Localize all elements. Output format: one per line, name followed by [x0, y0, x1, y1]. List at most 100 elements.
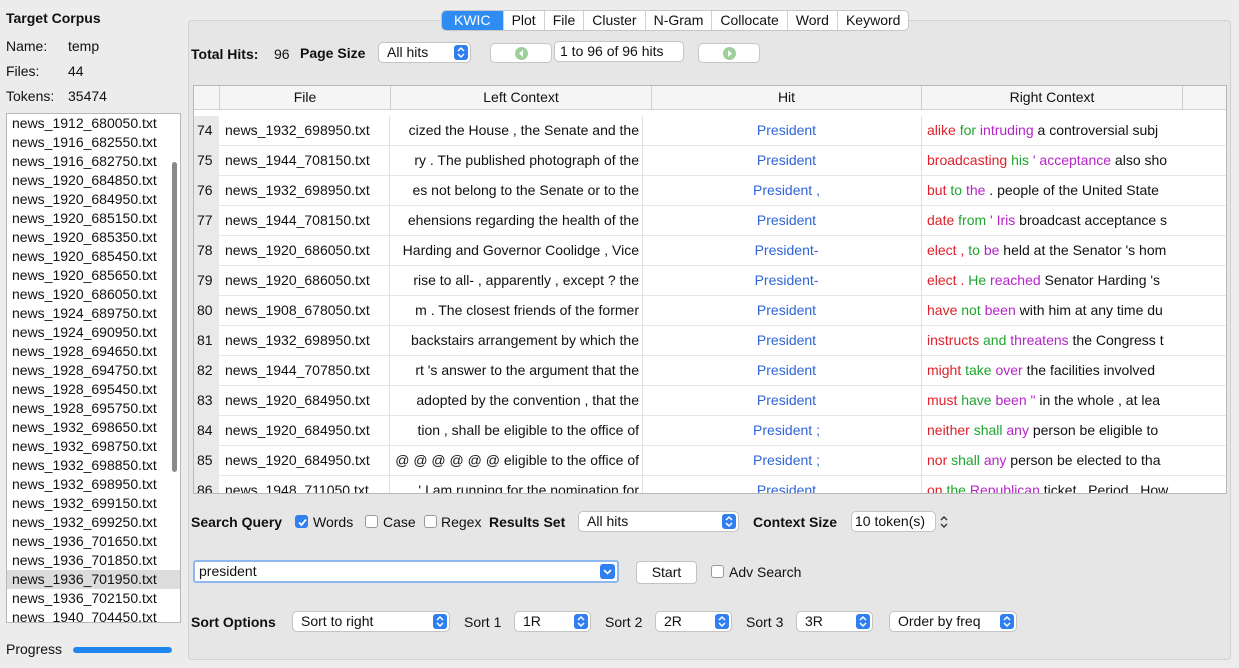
chevron-updown-icon	[722, 514, 736, 529]
next-page-button[interactable]	[698, 43, 760, 63]
file-list-item[interactable]: news_1920_684850.txt	[7, 171, 180, 190]
table-row[interactable]: 74 news_1932_698950.txt cized the House , …	[194, 116, 1226, 146]
file-list-item[interactable]: news_1936_701650.txt	[7, 532, 180, 551]
row-left-context: m . The closest friends of the former	[391, 296, 643, 326]
regex-checkbox[interactable]	[424, 515, 437, 528]
tab-keyword[interactable]: Keyword	[836, 11, 908, 30]
file-list-item[interactable]: news_1932_698650.txt	[7, 418, 180, 437]
words-label: Words	[313, 514, 354, 530]
tab-n-gram[interactable]: N-Gram	[644, 11, 712, 30]
table-row[interactable]: 76 news_1932_698950.txt es not belong to t…	[194, 176, 1226, 206]
tab-cluster[interactable]: Cluster	[583, 11, 644, 30]
results-set-select[interactable]: All hits	[578, 511, 739, 532]
tab-file[interactable]: File	[543, 11, 584, 30]
file-list-item[interactable]: news_1928_695450.txt	[7, 380, 180, 399]
table-row[interactable]: 77 news_1944_708150.txt ehensions regardin…	[194, 206, 1226, 236]
sort3-value: 3R	[805, 613, 823, 629]
table-row[interactable]: 82 news_1944_707850.txt rt 's answer to th…	[194, 356, 1226, 386]
files-label: Files:	[6, 63, 40, 79]
table-row[interactable]: 86 news_1948_711050.txt ' I am running for…	[194, 476, 1226, 493]
tab-kwic[interactable]: KWIC	[442, 11, 503, 30]
table-row[interactable]: 80 news_1908_678050.txt m . The closest fr…	[194, 296, 1226, 326]
corpus-file-list[interactable]: news_1912_680050.txt news_1916_682550.txt…	[6, 113, 181, 623]
header-file[interactable]: File	[220, 86, 391, 110]
file-list-item[interactable]: news_1932_699250.txt	[7, 513, 180, 532]
file-list-item[interactable]: news_1936_701850.txt	[7, 551, 180, 570]
file-list-item[interactable]: news_1920_685450.txt	[7, 247, 180, 266]
search-query-input[interactable]: president	[193, 560, 619, 583]
header-hit[interactable]: Hit	[652, 86, 922, 110]
page-size-select[interactable]: All hits	[378, 42, 471, 63]
sort2-select[interactable]: 2R	[655, 611, 732, 632]
file-list-item[interactable]: news_1940_704450.txt	[7, 608, 180, 622]
header-right-context[interactable]: Right Context	[922, 86, 1183, 110]
sort1-select[interactable]: 1R	[514, 611, 591, 632]
table-row[interactable]: 75 news_1944_708150.txt ry . The published…	[194, 146, 1226, 176]
file-list-item[interactable]: news_1936_701950.txt	[7, 570, 180, 589]
file-list-item[interactable]: news_1932_698750.txt	[7, 437, 180, 456]
file-list-item[interactable]: news_1920_686050.txt	[7, 285, 180, 304]
table-row[interactable]: 83 news_1920_684950.txt adopted by the con…	[194, 386, 1226, 416]
row-file: news_1920_686050.txt	[220, 266, 390, 296]
file-list-item[interactable]: news_1920_685350.txt	[7, 228, 180, 247]
file-list-item[interactable]: news_1932_699150.txt	[7, 494, 180, 513]
row-number: 77	[194, 206, 219, 236]
file-list-item[interactable]: news_1920_685650.txt	[7, 266, 180, 285]
file-list-item[interactable]: news_1928_694750.txt	[7, 361, 180, 380]
order-select[interactable]: Order by freq	[889, 611, 1017, 632]
file-list-item[interactable]: news_1924_689750.txt	[7, 304, 180, 323]
right-context-word: the	[965, 182, 986, 198]
order-value: Order by freq	[898, 613, 981, 629]
context-size-label: Context Size	[753, 514, 838, 530]
file-list-item[interactable]: news_1920_685150.txt	[7, 209, 180, 228]
table-row[interactable]: 85 news_1920_684950.txt @ @ @ @ @ @ eligib…	[194, 446, 1226, 476]
tab-collocate[interactable]: Collocate	[711, 11, 786, 30]
table-row[interactable]: 81 news_1932_698950.txt backstairs arrange…	[194, 326, 1226, 356]
table-row[interactable]: 79 news_1920_686050.txt rise to all- , app…	[194, 266, 1226, 296]
row-number: 74	[194, 116, 219, 146]
file-list-item[interactable]: news_1916_682550.txt	[7, 133, 180, 152]
tab-plot[interactable]: Plot	[502, 11, 544, 30]
file-list-item[interactable]: news_1932_698850.txt	[7, 456, 180, 475]
adv-search-checkbox[interactable]	[711, 565, 724, 578]
file-list-item[interactable]: news_1928_695750.txt	[7, 399, 180, 418]
start-button[interactable]: Start	[636, 561, 697, 584]
table-row[interactable]: 84 news_1920_684950.txt tion , shall be el…	[194, 416, 1226, 446]
row-number: 76	[194, 176, 219, 206]
row-file: news_1932_698950.txt	[220, 116, 390, 146]
tokens-label: Tokens:	[6, 88, 55, 104]
tab-word[interactable]: Word	[786, 11, 837, 30]
sort-options-label: Sort Options	[191, 614, 276, 630]
sort-mode-select[interactable]: Sort to right	[292, 611, 450, 632]
right-context-word: Senator Harding 's	[1044, 272, 1161, 288]
row-hit: President-	[652, 236, 922, 266]
words-checkbox[interactable]	[295, 515, 308, 528]
row-left-context: cized the House , the Senate and the	[391, 116, 643, 146]
right-context-word: date	[927, 212, 955, 228]
chevron-down-icon[interactable]	[600, 564, 615, 579]
sort3-select[interactable]: 3R	[796, 611, 873, 632]
file-list-item[interactable]: news_1932_698950.txt	[7, 475, 180, 494]
row-number: 75	[194, 146, 219, 176]
row-number: 81	[194, 326, 219, 356]
case-checkbox[interactable]	[365, 515, 378, 528]
search-query-label: Search Query	[191, 514, 283, 530]
context-size-field[interactable]: 10 token(s)	[851, 511, 936, 532]
file-list-item[interactable]: news_1936_702150.txt	[7, 589, 180, 608]
file-list-item[interactable]: news_1912_680050.txt	[7, 114, 180, 133]
left-context-text: rt 's answer to the argument that the	[415, 362, 639, 378]
right-context-word: instructs	[927, 332, 980, 348]
header-left-context[interactable]: Left Context	[391, 86, 652, 110]
file-list-scrollbar[interactable]	[172, 162, 177, 472]
file-list-item[interactable]: news_1916_682750.txt	[7, 152, 180, 171]
left-context-text: m . The closest friends of the former	[415, 302, 639, 318]
context-size-stepper[interactable]	[938, 514, 950, 530]
file-list-item[interactable]: news_1928_694650.txt	[7, 342, 180, 361]
left-context-text: ry . The published photograph of the	[414, 152, 639, 168]
table-row[interactable]: 78 news_1920_686050.txt Harding and Govern…	[194, 236, 1226, 266]
file-list-item[interactable]: news_1924_690950.txt	[7, 323, 180, 342]
prev-page-button[interactable]	[490, 43, 552, 63]
table-header: File Left Context Hit Right Context	[194, 86, 1226, 110]
file-list-item[interactable]: news_1920_684950.txt	[7, 190, 180, 209]
row-right-context: but to the . people of the United State	[927, 176, 1183, 206]
